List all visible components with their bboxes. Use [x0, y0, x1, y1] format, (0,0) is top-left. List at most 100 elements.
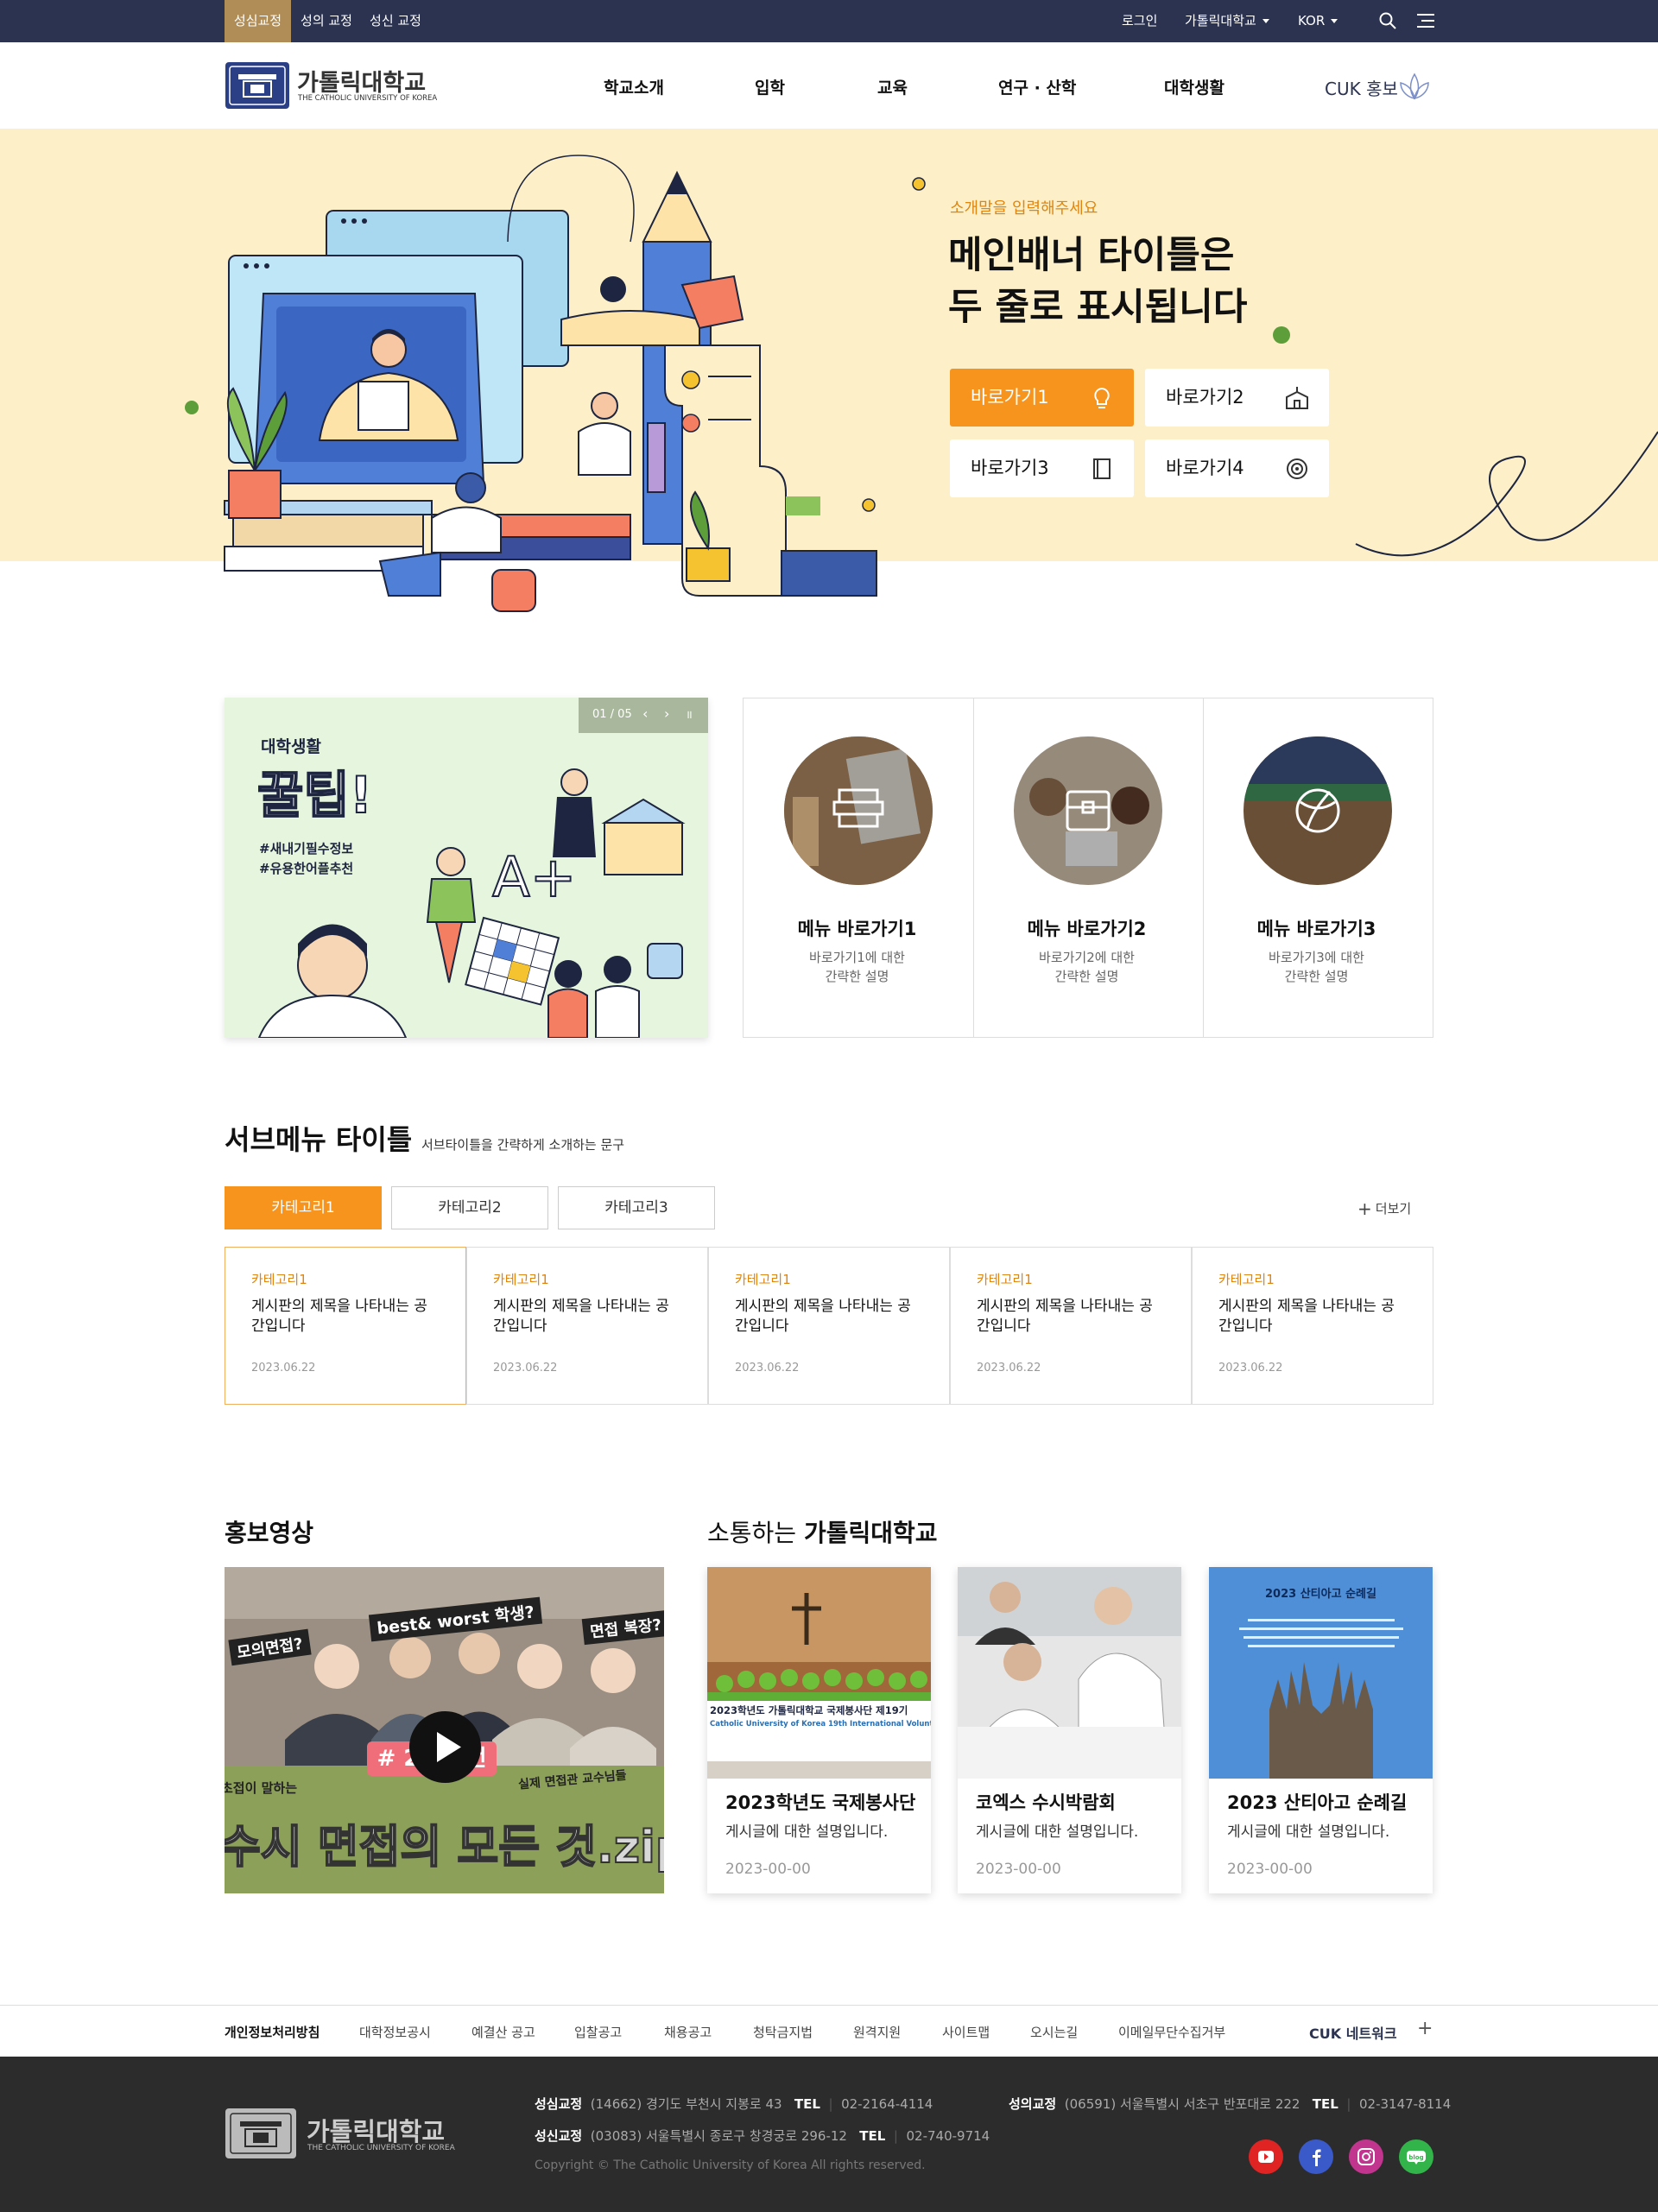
- post-category: 카테고리1: [493, 1272, 549, 1287]
- login-link[interactable]: 로그인: [1122, 0, 1157, 42]
- site-select[interactable]: 가톨릭대학교: [1185, 0, 1269, 42]
- school-building-icon: [1286, 387, 1308, 409]
- footer-link-disclosure[interactable]: 대학정보공시: [359, 2023, 431, 2041]
- footer-link-email-refusal[interactable]: 이메일무단수집거부: [1118, 2023, 1225, 2041]
- pause-icon[interactable]: ॥: [686, 706, 693, 722]
- news-date: 2023-00-00: [1227, 1861, 1313, 1878]
- more-link[interactable]: + 더보기: [1357, 1198, 1411, 1219]
- footer-logo-korean: 가톨릭대학교: [307, 2117, 446, 2146]
- university-logo[interactable]: 가톨릭대학교 THE CATHOLIC UNIVERSITY OF KOREA: [225, 60, 440, 112]
- footer-link-budget[interactable]: 예결산 공고: [471, 2023, 535, 2041]
- copyright: Copyright © The Catholic University of K…: [535, 2158, 926, 2172]
- quick-menu-title-1: 메뉴 바로가기1: [797, 919, 917, 939]
- language-select[interactable]: KOR: [1298, 0, 1338, 42]
- quick-menu-card-2[interactable]: 메뉴 바로가기2 바로가기2에 대한 간략한 설명: [972, 698, 1202, 1038]
- news-image-1-text-1: 2023학년도 가톨릭대학교 국제봉사단 제19기: [710, 1704, 908, 1716]
- news-image-3-text: 2023 산티아고 순례길: [1265, 1588, 1376, 1601]
- footer-link-remote[interactable]: 원격지원: [853, 2023, 901, 2041]
- post-title: 게시판의 제목을 나타내는 공간입니다: [251, 1298, 427, 1335]
- plus-icon: +: [1357, 1198, 1372, 1219]
- promo-video-player[interactable]: best& worst 학생? 면접 복장? 모의면접? # 2024번 초접이…: [225, 1567, 664, 1893]
- footer-link-bid[interactable]: 입찰공고: [574, 2023, 622, 2041]
- footer-link-directions[interactable]: 오시는길: [1030, 2023, 1078, 2041]
- quick-menu-desc-2-line2: 간략한 설명: [1054, 969, 1119, 984]
- campus-address: (14662) 경기도 부천시 지봉로 43: [590, 2096, 782, 2112]
- post-category: 카테고리1: [977, 1272, 1033, 1287]
- board-post-5[interactable]: 카테고리1 게시판의 제목을 나타내는 공간입니다 2023.06.22: [1192, 1247, 1433, 1405]
- quick-menu-desc-1: 바로가기1에 대한 간략한 설명: [743, 948, 971, 986]
- board-post-2[interactable]: 카테고리1 게시판의 제목을 나타내는 공간입니다 2023.06.22: [466, 1247, 708, 1405]
- post-title: 게시판의 제목을 나타내는 공간입니다: [493, 1298, 669, 1335]
- nav-education[interactable]: 교육: [877, 75, 908, 98]
- nav-cuk-promo[interactable]: CUK 홍보: [1325, 75, 1398, 100]
- quick-button-1-label: 바로가기1: [971, 387, 1049, 408]
- quick-menu-desc-3-line1: 바로가기3에 대한: [1269, 950, 1364, 965]
- chevron-down-icon: [1331, 19, 1338, 23]
- campus-tab-seongsim[interactable]: 성심교정: [225, 0, 291, 42]
- board-post-1[interactable]: 카테고리1 게시판의 제목을 나타내는 공간입니다 2023.06.22: [225, 1247, 466, 1405]
- plus-icon: +: [1417, 2018, 1433, 2039]
- post-title: 게시판의 제목을 나타내는 공간입니다: [1218, 1298, 1395, 1335]
- footer-links-bar: 개인정보처리방침 대학정보공시 예결산 공고 입찰공고 채용공고 청탁금지법 원…: [0, 2005, 1658, 2057]
- board-post-3[interactable]: 카테고리1 게시판의 제목을 나타내는 공간입니다 2023.06.22: [708, 1247, 950, 1405]
- nav-admission[interactable]: 입학: [755, 75, 785, 98]
- news-card-1[interactable]: 2023학년도 가톨릭대학교 국제봉사단 제19기 Catholic Unive…: [707, 1567, 931, 1893]
- board-post-4[interactable]: 카테고리1 게시판의 제목을 나타내는 공간입니다 2023.06.22: [950, 1247, 1192, 1405]
- news-image-1: 2023학년도 가톨릭대학교 국제봉사단 제19기 Catholic Unive…: [707, 1567, 931, 1779]
- university-emblem-icon: [225, 2108, 296, 2158]
- campus-tab-seongui[interactable]: 성의 교정: [296, 0, 357, 42]
- banner-illustration: A+: [257, 768, 686, 1038]
- quick-menu-card-3[interactable]: 메뉴 바로가기3 바로가기3에 대한 간략한 설명: [1202, 698, 1432, 1038]
- quick-button-4[interactable]: 바로가기4: [1145, 439, 1329, 497]
- video-main-caption: 수시 면접의 모든 것.zip: [225, 1821, 664, 1874]
- nav-about[interactable]: 학교소개: [604, 75, 664, 98]
- post-date: 2023.06.22: [735, 1362, 800, 1375]
- quick-button-2-label: 바로가기2: [1166, 387, 1244, 408]
- nav-research[interactable]: 연구 · 산학: [998, 75, 1076, 98]
- quick-menu-image-3: [1244, 736, 1392, 885]
- quick-button-1[interactable]: 바로가기1: [950, 369, 1134, 427]
- prev-arrow-icon[interactable]: ‹: [642, 705, 648, 722]
- campus-life-banner[interactable]: 대학생활 꿀팁! #새내기필수정보 #유용한어플추천 A+ 01 / 05 ‹ …: [225, 698, 708, 1038]
- news-date: 2023-00-00: [976, 1861, 1061, 1878]
- youtube-icon[interactable]: [1249, 2139, 1283, 2174]
- quick-menu-image-2: [1014, 736, 1162, 885]
- video-section-title: 홍보영상: [225, 1519, 314, 1547]
- tab-category-2[interactable]: 카테고리2: [391, 1186, 548, 1229]
- news-card-2[interactable]: 코엑스 수시박람회 게시글에 대한 설명입니다. 2023-00-00: [958, 1567, 1181, 1893]
- instagram-icon[interactable]: [1349, 2139, 1383, 2174]
- footer: 가톨릭대학교 THE CATHOLIC UNIVERSITY OF KOREA …: [0, 2057, 1658, 2212]
- footer-link-recruit[interactable]: 채용공고: [664, 2023, 712, 2041]
- footer-link-privacy[interactable]: 개인정보처리방침: [225, 2023, 320, 2041]
- next-arrow-icon[interactable]: ›: [664, 705, 669, 722]
- news-image-1-text-2: Catholic University of Korea 19th Intern…: [710, 1720, 931, 1729]
- footer-link-sitemap[interactable]: 사이트맵: [942, 2023, 990, 2041]
- hero-title-line2: 두 줄로 표시됩니다: [948, 286, 1248, 329]
- campus-address: (03083) 서울특별시 종로구 창경궁로 296-12: [590, 2128, 847, 2144]
- campus-tab-seongsin[interactable]: 성신 교정: [364, 0, 427, 42]
- tab-category-3[interactable]: 카테고리3: [558, 1186, 715, 1229]
- blog-icon[interactable]: blog: [1399, 2139, 1433, 2174]
- menu-icon[interactable]: [1417, 13, 1434, 28]
- quick-button-3[interactable]: 바로가기3: [950, 439, 1134, 497]
- campus-address-seongui: 성의교정 (06591) 서울특별시 서초구 반포대로 222 TEL | 02…: [1009, 2096, 1452, 2112]
- news-card-3[interactable]: 2023 산티아고 순례길 2023 산티아고 순례길 게시글에 대한 설명입니…: [1209, 1567, 1433, 1893]
- svg-text:blog: blog: [1408, 2154, 1423, 2161]
- news-description: 게시글에 대한 설명입니다.: [1227, 1823, 1390, 1841]
- tab-category-1[interactable]: 카테고리1: [225, 1186, 382, 1229]
- quick-button-2[interactable]: 바로가기2: [1145, 369, 1329, 427]
- nav-campus-life[interactable]: 대학생활: [1164, 75, 1225, 98]
- facebook-icon[interactable]: [1299, 2139, 1333, 2174]
- post-category: 카테고리1: [735, 1272, 791, 1287]
- chevron-down-icon: [1262, 19, 1269, 23]
- footer-link-anti-graft[interactable]: 청탁금지법: [753, 2023, 813, 2041]
- video-side-caption-left: 초접이 말하는: [225, 1780, 298, 1796]
- quick-menu-title-2: 메뉴 바로가기2: [1027, 919, 1147, 939]
- quick-menu-card-1[interactable]: 메뉴 바로가기1 바로가기1에 대한 간략한 설명: [743, 698, 972, 1038]
- search-icon[interactable]: [1379, 12, 1396, 29]
- news-description: 게시글에 대한 설명입니다.: [976, 1823, 1139, 1841]
- network-select[interactable]: CUK 네트워크 +: [1309, 2018, 1433, 2043]
- quick-menu-desc-3-line2: 간략한 설명: [1284, 969, 1349, 984]
- play-button[interactable]: [409, 1711, 481, 1783]
- post-title: 게시판의 제목을 나타내는 공간입니다: [735, 1298, 911, 1335]
